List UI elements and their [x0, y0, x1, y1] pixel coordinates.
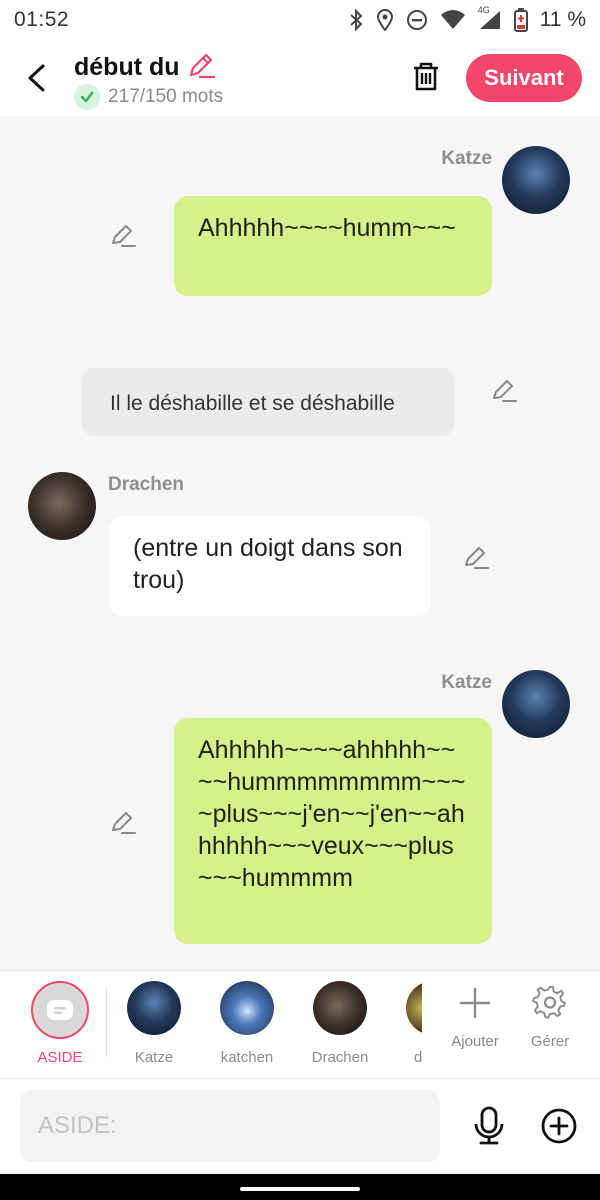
sender-name: Katze	[441, 148, 492, 169]
word-count: 217/150 mots	[108, 86, 224, 107]
cell-signal-icon: 4G	[478, 5, 502, 31]
network-type-label: 4G	[477, 5, 490, 15]
add-attachment-button[interactable]	[538, 1105, 580, 1147]
wifi-icon	[440, 9, 466, 31]
character-label: katchen	[220, 1049, 274, 1066]
sender-name: Katze	[441, 672, 492, 693]
edit-message-icon[interactable]	[460, 541, 492, 573]
avatar	[406, 981, 422, 1035]
character-drachen[interactable]: Drachen	[295, 981, 385, 1066]
plus-icon	[440, 983, 510, 1023]
avatar	[220, 981, 274, 1035]
status-icons: 4G 11 %	[348, 5, 586, 32]
message-input[interactable]	[20, 1090, 440, 1162]
avatar	[127, 981, 181, 1035]
message-bubble[interactable]: (entre un doigt dans son trou)	[109, 516, 431, 616]
battery-icon	[513, 8, 528, 32]
microphone-icon	[474, 1106, 504, 1145]
aside-bubble[interactable]: Il le déshabille et se déshabille	[82, 368, 454, 436]
status-time: 01:52	[14, 8, 70, 31]
avatar-drachen[interactable]	[28, 472, 96, 540]
tool-label: Ajouter	[451, 1033, 499, 1050]
add-character-button[interactable]: Ajouter	[440, 983, 510, 1050]
gear-icon	[515, 983, 585, 1023]
aside-avatar	[31, 981, 89, 1039]
next-button[interactable]: Suivant	[466, 54, 582, 102]
character-label: d	[414, 1049, 422, 1066]
sender-name: Drachen	[108, 474, 185, 495]
battery-percentage: 11 %	[539, 8, 586, 31]
trash-icon	[414, 62, 438, 91]
chat-area[interactable]: Katze Ahhhhh~~~~humm~~~ Il le déshabille…	[0, 116, 600, 970]
microphone-button[interactable]	[468, 1105, 510, 1147]
do-not-disturb-icon	[406, 9, 428, 31]
avatar-katze[interactable]	[502, 146, 570, 214]
character-katze[interactable]: Katze	[109, 981, 199, 1066]
character-partial[interactable]: d	[374, 981, 422, 1066]
chevron-left-icon	[28, 64, 45, 92]
manage-characters-button[interactable]: Gérer	[515, 983, 585, 1050]
input-bar	[0, 1078, 600, 1174]
avatar-katze[interactable]	[502, 670, 570, 738]
delete-button[interactable]	[406, 56, 446, 96]
status-bar: 01:52 4G 11 %	[0, 0, 600, 40]
app-header: début du 217/150 mots Suivant	[0, 40, 600, 116]
character-label: ASIDE	[37, 1049, 83, 1066]
edit-aside-icon[interactable]	[488, 374, 520, 406]
character-selector: ASIDE Katze katchen Drachen d Ajouter Gé…	[0, 970, 600, 1078]
character-aside[interactable]: ASIDE	[15, 981, 105, 1066]
avatar	[313, 981, 367, 1035]
edit-message-icon[interactable]	[107, 806, 139, 838]
system-nav-bar	[0, 1174, 600, 1200]
edit-message-icon[interactable]	[107, 219, 139, 251]
message-bubble[interactable]: Ahhhhh~~~~ahhhhh~~~~hummmmmmmm~~~~plus~~…	[174, 718, 492, 944]
plus-circle-icon	[541, 1108, 577, 1144]
home-handle[interactable]	[240, 1187, 360, 1191]
message-bubble[interactable]: Ahhhhh~~~~humm~~~	[174, 196, 492, 296]
check-icon	[74, 84, 100, 110]
chat-bubble-icon	[47, 1000, 73, 1020]
back-button[interactable]	[20, 58, 52, 98]
character-label: Katze	[134, 1049, 174, 1066]
character-label: Drachen	[311, 1049, 369, 1066]
tool-label: Gérer	[530, 1033, 570, 1050]
word-count-row: 217/150 mots	[74, 84, 223, 110]
title-row: début du	[74, 50, 216, 85]
page-title: début du	[74, 53, 180, 81]
bluetooth-icon	[348, 9, 364, 31]
character-katchen[interactable]: katchen	[202, 981, 292, 1066]
location-icon	[376, 9, 394, 31]
edit-title-icon[interactable]	[186, 50, 216, 85]
divider	[106, 987, 107, 1057]
